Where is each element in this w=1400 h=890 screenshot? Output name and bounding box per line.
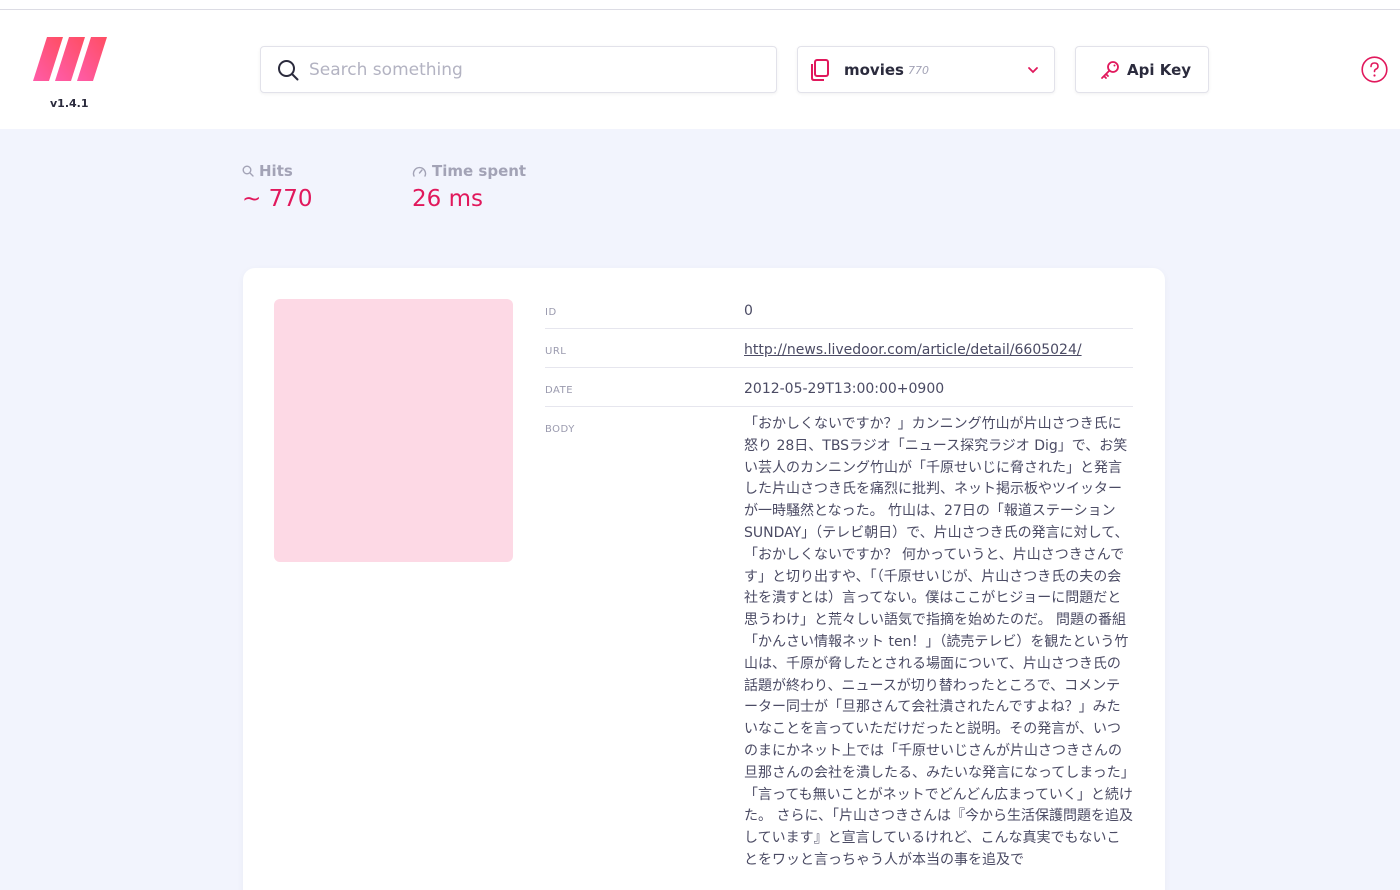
field-value: 2012-05-29T13:00:00+0900 (744, 381, 945, 397)
field-row-url: URL http://news.livedoor.com/article/det… (545, 329, 1133, 368)
field-row-body: BODY 「おかしくないですか？」カンニング竹山が片山さつき氏に怒り 28日、T… (545, 407, 1133, 883)
api-key-label: Api Key (1127, 61, 1192, 79)
meilisearch-logo-icon[interactable] (33, 37, 109, 81)
header: v1.4.1 Search something movies 770 Api K… (0, 10, 1400, 129)
key-icon (1101, 61, 1119, 79)
field-key: BODY (545, 424, 575, 435)
field-row-date: DATE 2012-05-29T13:00:00+0900 (545, 368, 1133, 407)
document-fields: ID 0 URL http://news.livedoor.com/articl… (545, 290, 1133, 883)
result-card: ID 0 URL http://news.livedoor.com/articl… (243, 268, 1165, 890)
index-name: movies (844, 61, 904, 79)
field-key: ID (545, 307, 557, 318)
hits-label: Hits (259, 162, 293, 180)
speedometer-icon (412, 166, 427, 177)
stat-time: Time spent 26 ms (412, 162, 526, 212)
help-icon[interactable] (1361, 56, 1388, 83)
field-key: URL (545, 346, 567, 357)
index-count: 770 (908, 64, 929, 77)
time-value: 26 ms (412, 186, 483, 212)
stat-hits: Hits ~ 770 (242, 162, 312, 212)
version-label: v1.4.1 (50, 97, 89, 110)
field-key: DATE (545, 385, 574, 396)
time-label: Time spent (432, 162, 527, 180)
documents-icon (811, 59, 829, 81)
top-border (0, 0, 1400, 10)
search-box[interactable]: Search something (260, 46, 777, 93)
hits-value: ~ 770 (242, 186, 313, 212)
search-input[interactable]: Search something (309, 60, 463, 80)
field-row-id: ID 0 (545, 290, 1133, 329)
chevron-down-icon (1028, 67, 1038, 74)
api-key-button[interactable]: Api Key (1075, 46, 1209, 93)
search-small-icon (242, 165, 254, 177)
field-value: 0 (744, 303, 753, 319)
result-thumbnail (274, 299, 513, 562)
index-select[interactable]: movies 770 (797, 46, 1055, 93)
field-value: 「おかしくないですか？」カンニング竹山が片山さつき氏に怒り 28日、TBSラジオ… (744, 416, 1134, 868)
url-link[interactable]: http://news.livedoor.com/article/detail/… (744, 342, 1082, 358)
search-icon (278, 60, 299, 81)
